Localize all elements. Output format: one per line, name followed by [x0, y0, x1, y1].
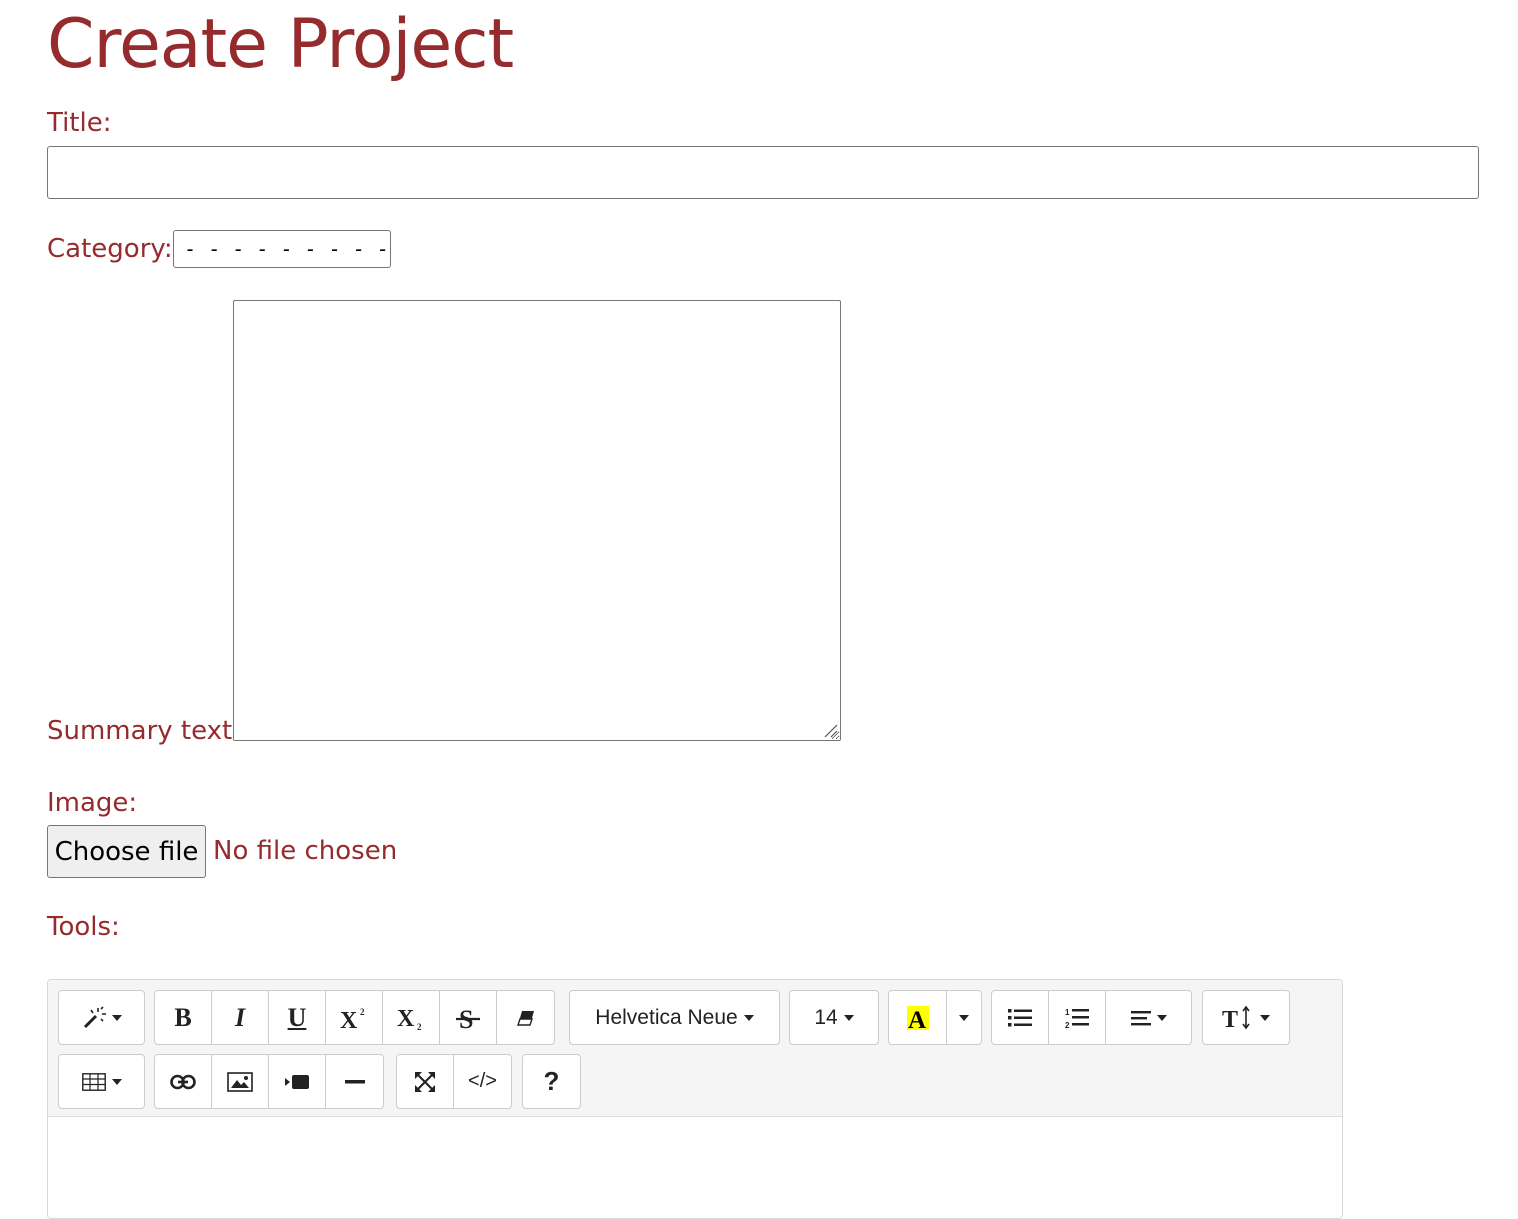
help-icon: ?: [543, 1066, 560, 1096]
unordered-list-button[interactable]: [991, 990, 1049, 1045]
caret-down-icon: [1156, 1014, 1167, 1021]
caret-down-icon: [111, 1078, 122, 1085]
svg-text:X: X: [397, 1006, 415, 1031]
bold-icon: B: [174, 1002, 192, 1032]
font-size-value: 14: [814, 1005, 838, 1029]
height-group: T: [1202, 990, 1290, 1045]
page-title: Create Project: [47, 5, 514, 84]
choose-file-button[interactable]: Choose file: [47, 825, 206, 878]
resize-handle-icon[interactable]: [822, 722, 838, 738]
unordered-list-icon: [1008, 1008, 1032, 1026]
caret-down-icon: [1260, 1014, 1270, 1021]
italic-button[interactable]: I: [211, 990, 269, 1045]
title-input[interactable]: [47, 146, 1479, 199]
caret-down-icon: [843, 1014, 854, 1021]
caret-down-icon: [743, 1014, 754, 1021]
font-name-value: Helvetica Neue: [595, 1005, 738, 1029]
video-icon: [285, 1074, 309, 1089]
subscript-icon: X 2: [397, 1006, 422, 1031]
table-dropdown[interactable]: [58, 1054, 145, 1109]
summary-textarea[interactable]: [233, 300, 841, 741]
tools-label: Tools:: [47, 912, 120, 942]
file-status: No file chosen: [213, 836, 398, 866]
underline-button[interactable]: U: [268, 990, 326, 1045]
svg-text:2: 2: [1065, 1021, 1070, 1029]
category-label: Category:: [47, 234, 173, 264]
category-select[interactable]: - - - - - - - - -: [173, 230, 391, 268]
help-group: ?: [522, 1054, 581, 1109]
svg-text:A: A: [908, 1007, 926, 1031]
code-view-icon: </>: [468, 1070, 497, 1092]
text-color-icon: A: [906, 1005, 929, 1031]
fullscreen-icon: [415, 1071, 435, 1092]
line-height-icon: T: [1222, 1005, 1250, 1031]
svg-text:2: 2: [417, 1022, 422, 1031]
insert-group: [154, 1054, 384, 1109]
font-style-group: B I U X 2 X 2 S: [154, 990, 555, 1045]
view-group: </>: [396, 1054, 512, 1109]
superscript-icon: X 2: [340, 1007, 365, 1031]
picture-icon: [227, 1071, 253, 1092]
caret-down-icon: [959, 1014, 969, 1021]
hr-icon: [344, 1079, 365, 1083]
table-group: [58, 1054, 145, 1109]
video-button[interactable]: [268, 1054, 326, 1109]
align-icon: [1130, 1010, 1151, 1025]
table-icon: [81, 1072, 106, 1091]
summary-label: Summary text:: [47, 716, 241, 746]
font-size-dropdown[interactable]: 14: [789, 990, 879, 1045]
line-height-dropdown[interactable]: T: [1202, 990, 1290, 1045]
strikethrough-button[interactable]: S: [439, 990, 497, 1045]
text-color-button[interactable]: A: [888, 990, 947, 1045]
superscript-button[interactable]: X 2: [325, 990, 383, 1045]
font-size-group: 14: [789, 990, 879, 1045]
bold-button[interactable]: B: [154, 990, 212, 1045]
picture-button[interactable]: [211, 1054, 269, 1109]
link-button[interactable]: [154, 1054, 212, 1109]
strikethrough-icon: S: [456, 1005, 480, 1032]
italic-icon: I: [234, 1002, 246, 1032]
eraser-icon: [516, 1010, 534, 1026]
ordered-list-icon: 1 2: [1065, 1008, 1089, 1029]
color-dropdown-button[interactable]: [946, 990, 982, 1045]
font-name-group: Helvetica Neue: [569, 990, 780, 1045]
horizontal-rule-button[interactable]: [325, 1054, 384, 1109]
image-label: Image:: [47, 788, 138, 818]
style-button[interactable]: [58, 990, 145, 1045]
subscript-button[interactable]: X 2: [382, 990, 440, 1045]
svg-text:1: 1: [1065, 1008, 1070, 1017]
svg-text:T: T: [1222, 1007, 1238, 1031]
link-icon: [170, 1074, 196, 1089]
align-dropdown[interactable]: [1105, 990, 1192, 1045]
caret-down-icon: [111, 1014, 122, 1021]
ordered-list-button[interactable]: 1 2: [1048, 990, 1106, 1045]
svg-text:X: X: [340, 1008, 358, 1031]
font-name-dropdown[interactable]: Helvetica Neue: [569, 990, 780, 1045]
magic-icon: [83, 1005, 106, 1028]
category-selected-value: - - - - - - - - -: [184, 237, 389, 261]
underline-icon: U: [287, 1002, 307, 1032]
svg-text:2: 2: [360, 1007, 365, 1017]
rich-text-editor: B I U X 2 X 2 S Helvetica Neue 14 A 1 2 …: [47, 979, 1343, 1219]
color-group: A: [888, 990, 982, 1045]
code-view-button[interactable]: </>: [453, 1054, 512, 1109]
paragraph-group: 1 2: [991, 990, 1192, 1045]
fullscreen-button[interactable]: [396, 1054, 454, 1109]
style-group: [58, 990, 145, 1045]
editor-content-area[interactable]: [48, 1117, 1342, 1218]
clear-format-button[interactable]: [496, 990, 555, 1045]
title-label: Title:: [47, 108, 112, 138]
editor-toolbar: B I U X 2 X 2 S Helvetica Neue 14 A 1 2 …: [48, 980, 1342, 1117]
help-button[interactable]: ?: [522, 1054, 581, 1109]
